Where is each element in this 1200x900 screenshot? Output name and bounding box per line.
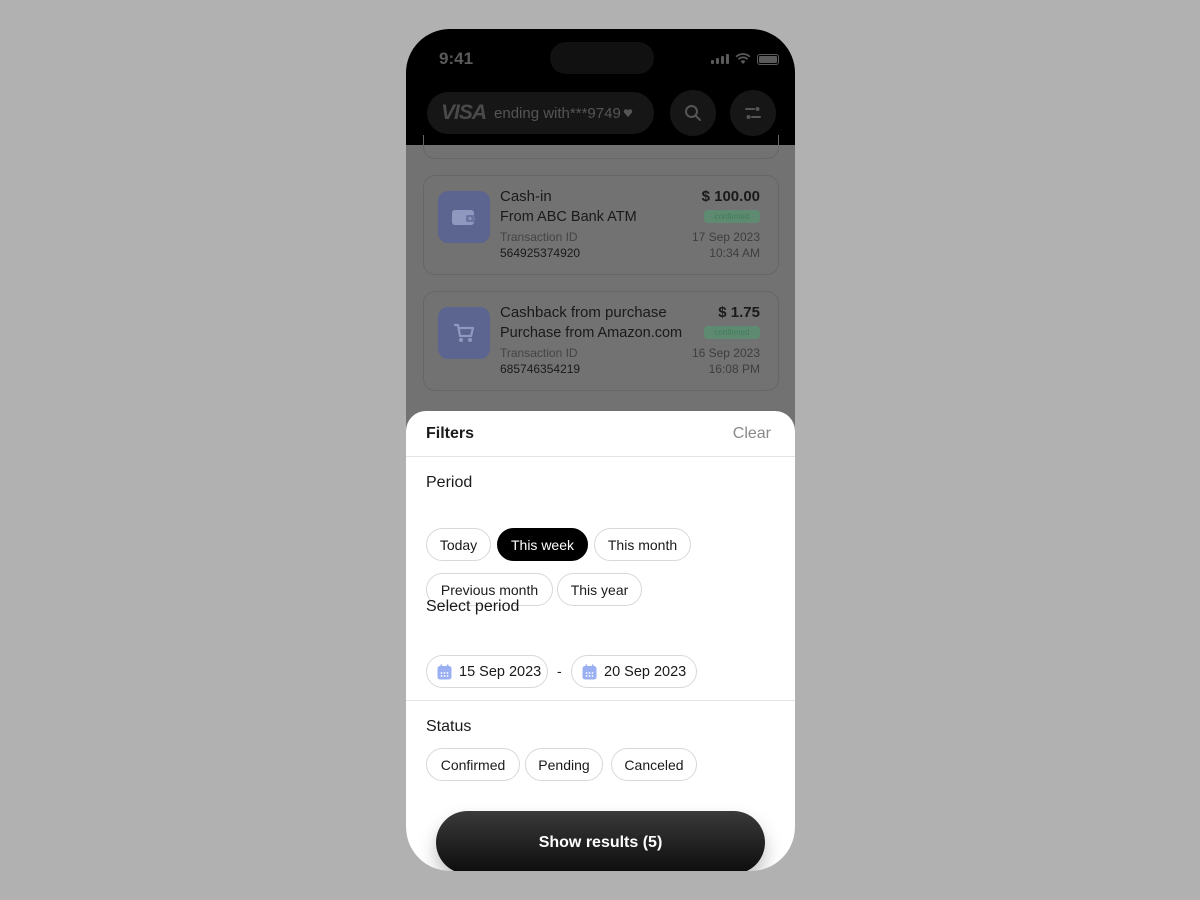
period-chip-this-month[interactable]: This month (594, 528, 691, 561)
calendar-icon (582, 663, 597, 679)
dynamic-island (550, 42, 654, 74)
transaction-card[interactable]: Cashback from purchase Purchase from Ama… (423, 291, 779, 391)
transaction-date: 17 Sep 2023 (691, 230, 760, 244)
clear-button[interactable]: Clear (733, 425, 771, 443)
transaction-date: 16 Sep 2023 (691, 346, 760, 360)
show-results-button[interactable]: Show results (5) (436, 811, 765, 871)
search-button[interactable] (670, 90, 716, 136)
transaction-subtitle: Purchase from Amazon.com (500, 325, 683, 341)
select-period-label: Select period (426, 598, 520, 615)
status-badge: confirmed (704, 326, 760, 339)
transaction-amount: $ 1.75 (718, 304, 760, 321)
transaction-id: 685746354219 (500, 362, 581, 376)
transaction-id: 564925374920 (500, 246, 581, 260)
phone-frame: 9:41 VISA ending with***9749 Cash-in Fro… (406, 29, 795, 871)
top-bar: 9:41 VISA ending with***9749 (406, 29, 795, 145)
battery-icon (757, 53, 779, 65)
search-icon (685, 105, 701, 121)
wifi-icon (735, 53, 751, 64)
status-icons (711, 53, 779, 65)
date-from-field[interactable]: 15 Sep 2023 (426, 655, 548, 688)
filter-icon (745, 107, 761, 119)
sheet-title: Filters (426, 425, 475, 442)
wallet-icon (438, 191, 490, 243)
period-chip-today[interactable]: Today (426, 528, 491, 561)
period-chip-this-year[interactable]: This year (557, 573, 642, 606)
transaction-id-label: Transaction ID (500, 230, 578, 244)
transaction-amount: $ 100.00 (701, 188, 760, 205)
filter-button[interactable] (730, 90, 776, 136)
period-chip-this-week[interactable]: This week (497, 528, 588, 561)
section-divider (406, 700, 795, 701)
sheet-header: Filters Clear (406, 411, 795, 457)
card-selector[interactable]: VISA ending with***9749 (427, 92, 654, 134)
transaction-id-label: Transaction ID (500, 346, 578, 360)
transaction-time: 10:34 AM (709, 246, 760, 260)
transaction-card[interactable]: Cash-in From ABC Bank ATM Transaction ID… (423, 175, 779, 275)
status-time: 9:41 (439, 49, 474, 68)
status-chip-canceled[interactable]: Canceled (611, 748, 697, 781)
transaction-subtitle: From ABC Bank ATM (500, 209, 637, 225)
calendar-icon (437, 663, 452, 679)
previous-transaction-edge (423, 135, 779, 159)
transaction-title: Cashback from purchase (500, 304, 667, 321)
transaction-title: Cash-in (500, 188, 552, 205)
visa-logo: VISA (441, 101, 487, 124)
status-badge: confirmed (704, 210, 760, 223)
filters-sheet: Filters Clear Period Today This week Thi… (406, 411, 795, 871)
status-label: Status (426, 718, 472, 735)
signal-icon (711, 54, 729, 64)
card-label: ending with***9749 (494, 104, 621, 122)
status-chip-confirmed[interactable]: Confirmed (426, 748, 520, 781)
cart-icon (438, 307, 490, 359)
date-to-field[interactable]: 20 Sep 2023 (571, 655, 697, 688)
date-to-value: 20 Sep 2023 (604, 663, 687, 680)
date-from-value: 15 Sep 2023 (459, 663, 542, 680)
period-label: Period (426, 474, 473, 491)
status-chip-pending[interactable]: Pending (525, 748, 603, 781)
transaction-time: 16:08 PM (708, 362, 760, 376)
date-separator: - (557, 663, 562, 679)
heart-caret-icon (623, 109, 633, 117)
